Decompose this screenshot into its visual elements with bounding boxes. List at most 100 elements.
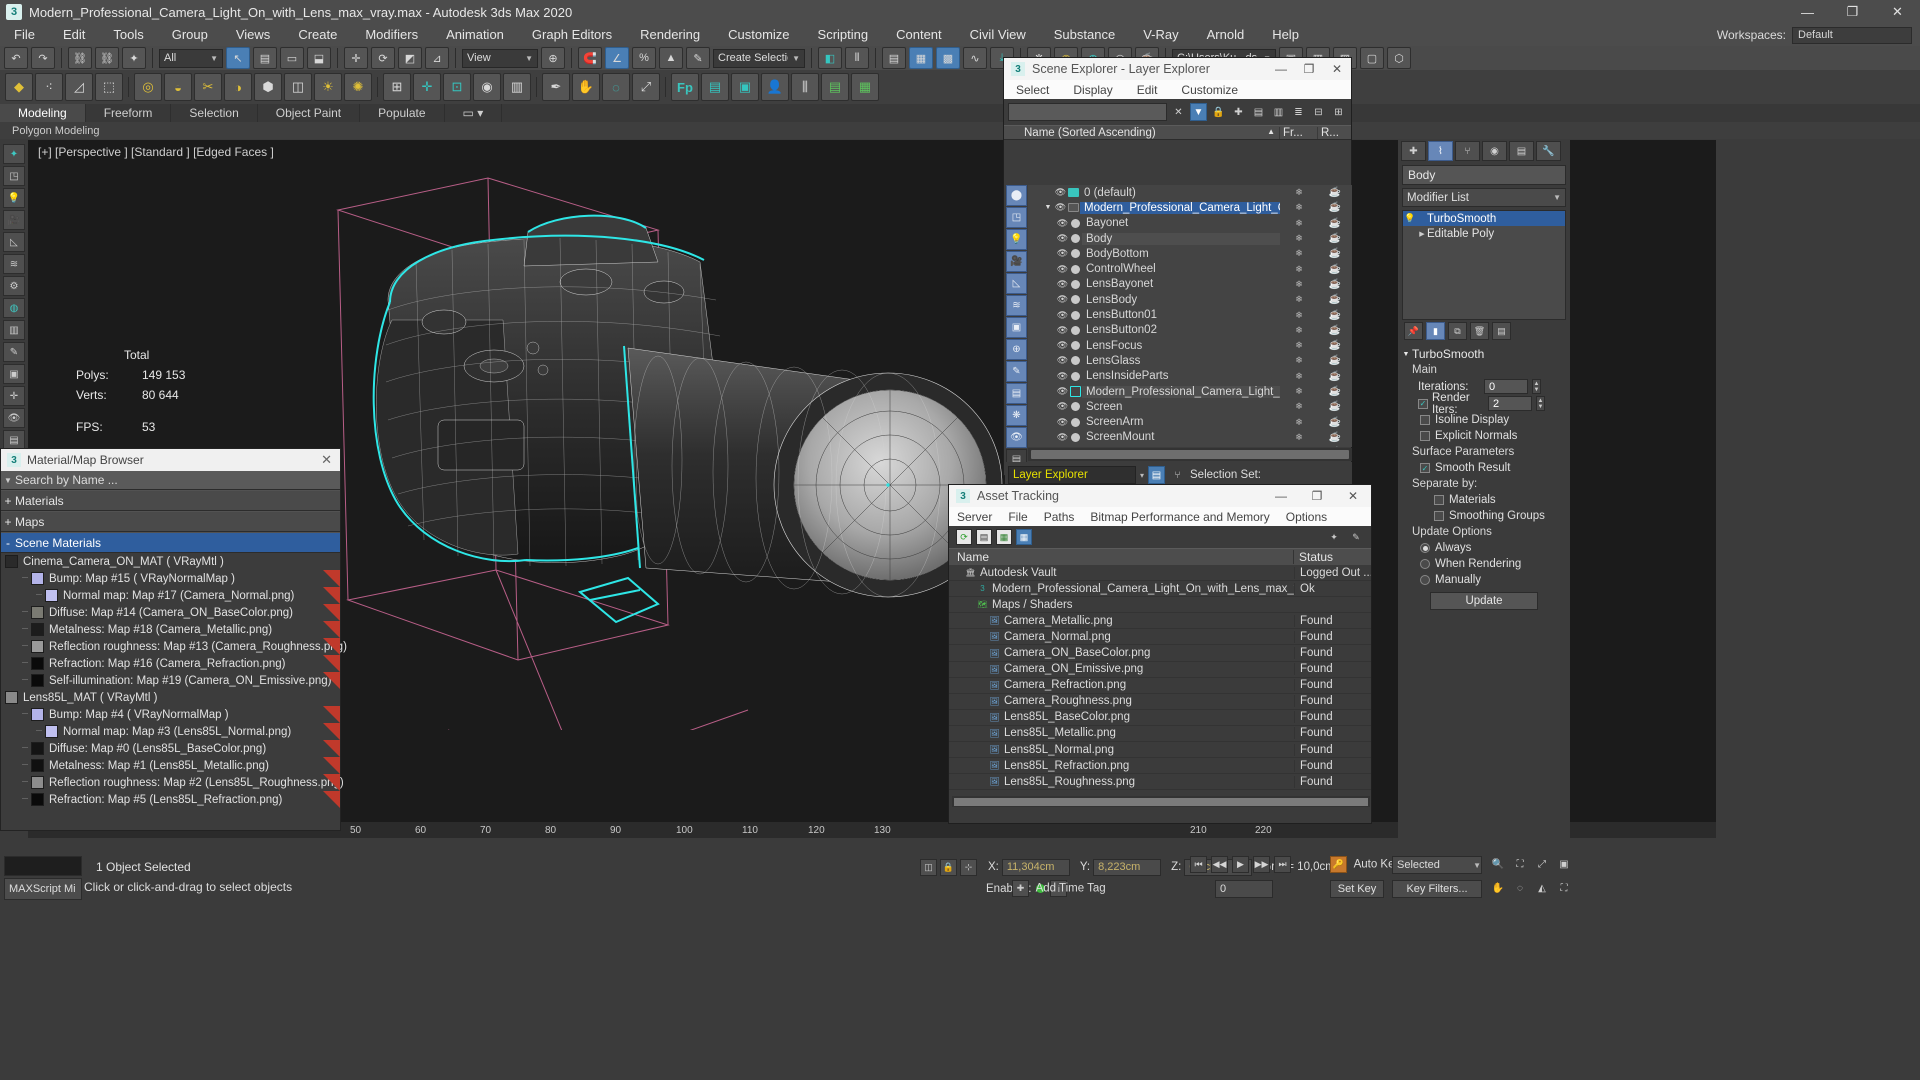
freeze-icon[interactable]: ❄ [1280,371,1318,382]
material-search-input[interactable]: Search by Name ... [15,473,118,487]
coord-value-input[interactable]: 11,304cm [1001,858,1070,876]
filter-helpers-icon[interactable]: ◺ [1006,273,1027,294]
menu-help[interactable]: Help [1258,24,1313,46]
coord-value-input[interactable]: 8,223cm [1093,858,1162,876]
fp-icon[interactable]: Fp [671,73,699,101]
material-swatch[interactable] [45,589,58,602]
freeze-icon[interactable]: ❄ [1280,355,1318,366]
material-row[interactable]: Cinema_Camera_ON_MAT ( VRayMtl ) [1,553,340,570]
asset-row[interactable]: 🗺 Maps / Shaders [949,597,1371,614]
workspace-combo[interactable]: Default [1792,26,1912,44]
render-iters-checkbox[interactable]: ✓ [1418,398,1428,409]
visibility-eye-icon[interactable]: 👁 [1056,371,1069,382]
go-to-end-icon[interactable]: ⏭ [1274,856,1291,873]
tab-create[interactable]: ✚ [1401,141,1426,161]
renderable-icon[interactable]: ☕ [1318,371,1352,382]
freeze-icon[interactable]: ❄ [1280,248,1318,259]
filter-particles-icon[interactable]: ❋ [1006,405,1027,426]
material-swatch[interactable] [31,708,44,721]
isoline-display-checkbox[interactable] [1420,415,1430,425]
select-region-icon[interactable]: ▭ [280,47,304,69]
menu-content[interactable]: Content [882,24,956,46]
scene-explorer-row[interactable]: 👁SensorHole❄☕ [1028,445,1352,448]
collapse-all-icon[interactable]: ⊟ [1310,103,1327,121]
scene-explorer-icon[interactable]: ▦ [909,47,933,69]
expander-icon[interactable]: + [1,494,15,508]
go-to-start-icon[interactable]: ⏮ [1190,856,1207,873]
cut-icon[interactable]: ✂ [194,73,222,101]
freeze-icon[interactable]: ❄ [1280,401,1318,412]
scene-explorer-row[interactable]: ▼👁 Modern_Professional_Camera_Light_On_wi… [1028,200,1352,215]
material-browser-close-icon[interactable]: ✕ [321,452,332,468]
expander-icon[interactable]: ▼ [1042,204,1054,211]
material-row[interactable]: ┄ Metalness: Map #1 (Lens85L_Metallic.png… [1,757,340,774]
se-menu-display[interactable]: Display [1061,83,1124,97]
mirror-icon[interactable]: ◧ [818,47,842,69]
scene-explorer-row[interactable]: 👁 LensFocus ❄ ☕ [1028,338,1352,353]
polygon-modeling-icon[interactable]: ◆ [5,73,33,101]
zoom-extents-icon[interactable]: ⤢ [1534,856,1550,872]
material-swatch[interactable] [31,640,44,653]
asset-row[interactable]: 🖼 Camera_Normal.png Found [949,629,1371,646]
list-view-icon[interactable]: ▤ [976,529,992,545]
selection-lock-icon[interactable]: 🔒 [940,858,957,876]
asset-row[interactable]: 🖼 Lens85L_Normal.png Found [949,742,1371,759]
pin-stack-icon[interactable]: 📌 [1404,322,1423,340]
visibility-eye-icon[interactable]: 👁 [1056,325,1069,336]
select-rotate-icon[interactable]: ⟳ [371,47,395,69]
zoom-tool-icon[interactable]: 🔍 [1490,856,1506,872]
viewport-label[interactable]: [+] [Perspective ] [Standard ] [Edged Fa… [38,145,274,159]
current-frame-field[interactable]: 0 [1215,880,1273,898]
asset-row[interactable]: 🖼 Lens85L_Metallic.png Found [949,726,1371,743]
scene-explorer-close[interactable]: ✕ [1323,58,1351,80]
at-menu-paths[interactable]: Paths [1036,510,1083,524]
explicit-normals-row[interactable]: Explicit Normals [1400,428,1568,444]
utility-icon[interactable]: ✎ [3,342,25,362]
zoom-all-icon[interactable]: ⛶ [1512,856,1528,872]
create-selection-set-combo[interactable]: Create Selection Se▼ [713,48,805,68]
layer-mode-icon[interactable]: ▤ [1148,466,1166,484]
refresh-icon[interactable]: ⟳ [956,529,972,545]
align-icon[interactable]: ⫴ [845,47,869,69]
material-group-materials[interactable]: + Materials [1,490,340,511]
visibility-eye-icon[interactable]: 👁 [1056,264,1069,275]
visibility-eye-icon[interactable]: 👁 [1054,202,1067,213]
filter-cameras-icon[interactable]: 🎥 [1006,251,1027,272]
soft-selection-icon[interactable]: ◉ [473,73,501,101]
asset-row[interactable]: 🖼 Lens85L_Refraction.png Found [949,758,1371,775]
scene-explorer-row[interactable]: 👁 LensBody ❄ ☕ [1028,292,1352,307]
menu-rendering[interactable]: Rendering [626,24,714,46]
scene-explorer-row[interactable]: 👁 ScreenMount ❄ ☕ [1028,430,1352,445]
update-button[interactable]: Update [1430,592,1538,610]
visibility-eye-icon[interactable]: 👁 [1056,417,1069,428]
box-icon[interactable]: ▣ [3,364,25,384]
named-sel-icon[interactable]: ✎ [686,47,710,69]
iterations-spinner[interactable]: ▲ ▼ [1532,379,1541,394]
smooth-result-row[interactable]: ✓ Smooth Result [1400,460,1568,476]
when-rendering-row[interactable]: When Rendering [1400,556,1568,572]
spinner-snap-icon[interactable]: ▲ [659,47,683,69]
menu-animation[interactable]: Animation [432,24,518,46]
asset-row[interactable]: 🏛 Autodesk Vault Logged Out ... [949,565,1371,582]
swift-loop-icon[interactable]: ◎ [134,73,162,101]
time-tag-icon[interactable]: ✚ [1012,880,1029,897]
scene-explorer-row[interactable]: 👁 LensButton02 ❄ ☕ [1028,323,1352,338]
delete-modifier-icon[interactable]: 🗑 [1470,322,1489,340]
camera-3d-model[interactable] [328,170,1008,771]
select-by-name-icon[interactable]: ▤ [253,47,277,69]
paint-connect-icon[interactable]: ◒ [164,73,192,101]
freeze-icon[interactable]: ❄ [1280,417,1318,428]
visibility-eye-icon[interactable]: 👁 [1056,355,1069,366]
material-row[interactable]: ┄ Reflection roughness: Map #13 (Camera_R… [1,638,347,655]
green-list-icon[interactable]: ▤ [821,73,849,101]
chevron-down-icon[interactable]: ▼ [1,476,15,485]
filter-xrefs-icon[interactable]: ⊕ [1006,339,1027,360]
filter-shapes-icon[interactable]: ◳ [1006,207,1027,228]
scene-explorer-row[interactable]: 👁 ScreenArm ❄ ☕ [1028,414,1352,429]
view-cube-icon[interactable]: ⬡ [1387,47,1411,69]
chevron-down-icon[interactable]: ▾ [1140,471,1144,480]
menu-group[interactable]: Group [158,24,222,46]
scene-explorer-row[interactable]: 👁 ControlWheel ❄ ☕ [1028,261,1352,276]
material-row[interactable]: ┄ Reflection roughness: Map #2 (Lens85L_R… [1,774,344,791]
manually-row[interactable]: Manually [1400,572,1568,588]
